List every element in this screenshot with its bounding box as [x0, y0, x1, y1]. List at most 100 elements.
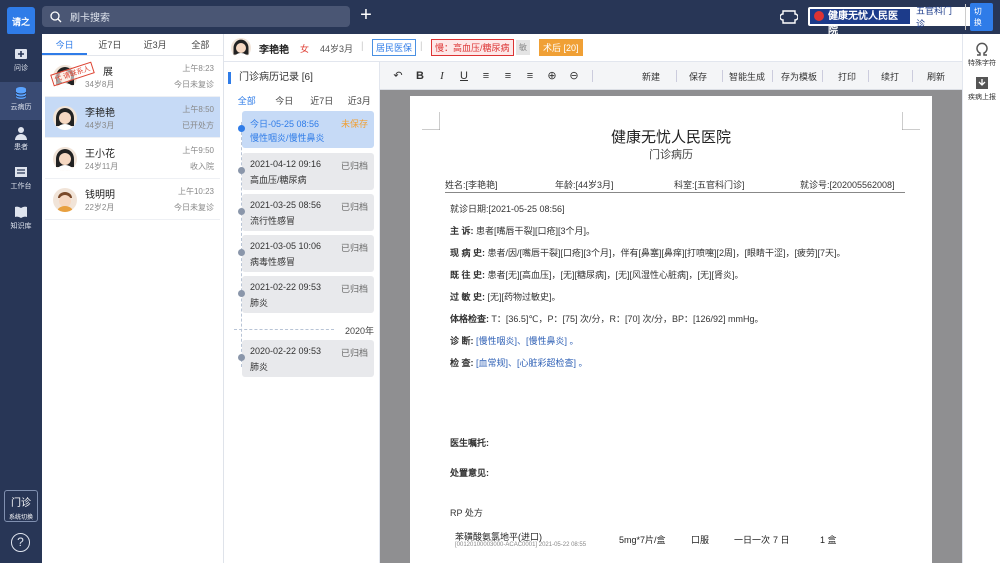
refresh-button[interactable]: 刷新 [927, 70, 945, 83]
history-record[interactable]: 2021-03-25 08:56 已归档 流行性感冒 [238, 194, 374, 231]
timeline-dot [238, 249, 245, 256]
app-logo-button[interactable]: 请之 [7, 7, 35, 35]
allergy-row[interactable]: 过 敏 史: [无][药物过敏史]。 [450, 290, 561, 303]
patient-row-selected[interactable]: 李艳艳 44岁3月 上午8:50 已开处方 [45, 97, 220, 138]
nav-item-knowledge[interactable]: 知识库 [0, 201, 42, 239]
past-history-row[interactable]: 既 往 史: 患者[无][高血压]，[无][糖尿病]，[无][风湿性心脏病]，[… [450, 268, 744, 281]
history-panel: 门诊病历记录 [6] 全部 今日 近7日 近3月 今日-05-25 08:56 … [224, 62, 380, 563]
nav-label: 云病历 [10, 104, 32, 111]
help-icon[interactable]: ? [11, 533, 30, 552]
add-button[interactable]: + [358, 5, 374, 26]
undo-icon[interactable]: ↶ [390, 68, 406, 84]
history-tab-today[interactable]: 今日 [266, 94, 304, 107]
tab-all[interactable]: 全部 [178, 34, 223, 55]
visit-date: 就诊日期:[2021-05-25 08:56] [450, 204, 565, 214]
special-chars-button[interactable]: 特殊字符 [963, 42, 1000, 68]
record-diagnosis: 高血压/糖尿病 [250, 175, 307, 185]
align-left-icon[interactable]: ≡ [478, 68, 494, 84]
new-button[interactable]: 新建 [642, 70, 660, 83]
toolbar-divider [868, 70, 869, 82]
record-date: 2020-02-22 09:53 [250, 346, 322, 356]
year-label: 2020年 [344, 326, 374, 336]
patient-list-panel: 今日 近7日 近3月 全部 代 请联系人 展 34岁8月 上午8:23 今日未复… [42, 34, 224, 563]
patient-row[interactable]: 代 请联系人 展 34岁8月 上午8:23 今日未复诊 [45, 56, 220, 97]
opinion-row[interactable]: 处置意见: [450, 466, 489, 479]
patient-row[interactable]: 王小花 24岁11月 上午9:50 收入院 [45, 138, 220, 179]
diagnosis-row[interactable]: 诊 断: [慢性咽炎]、[慢性鼻炎] 。 [450, 334, 579, 347]
record-document[interactable]: 健康无忧人民医院 门诊病历 姓名:[李艳艳] 年龄:[44岁3月] 科室:[五官… [410, 96, 932, 563]
record-diagnosis: 病毒性感冒 [250, 257, 296, 267]
allergy-label: 过 敏 史: [450, 292, 485, 302]
history-tab-all[interactable]: 全部 [228, 94, 266, 107]
continue-print-button[interactable]: 续打 [881, 70, 899, 83]
complaint-label: 主 诉: [450, 226, 474, 236]
history-title: 门诊病历记录 [6] [228, 72, 313, 84]
complaint-row[interactable]: 主 诉: 患者[嘴唇干裂][口疮][3个月]。 [450, 224, 595, 237]
bold-icon[interactable]: B [412, 68, 428, 84]
advice-row[interactable]: 医生嘱托: [450, 436, 489, 449]
history-record[interactable]: 2021-04-12 09:16 已归档 高血压/糖尿病 [238, 153, 374, 190]
underline-icon[interactable]: U [456, 68, 472, 84]
history-record[interactable]: 2021-03-05 10:06 已归档 病毒性感冒 [238, 235, 374, 272]
patient-row[interactable]: 钱明明 22岁2月 上午10:23 今日未复诊 [45, 179, 220, 220]
tab-today[interactable]: 今日 [42, 34, 88, 55]
diagnosis-label: 诊 断: [450, 336, 474, 346]
system-switch-label: 系统切换 [8, 515, 33, 521]
save-template-button[interactable]: 存为模板 [781, 70, 817, 83]
record-status: 已归档 [340, 161, 368, 171]
italic-icon[interactable]: I [434, 68, 450, 84]
visit-date-row[interactable]: 就诊日期:[2021-05-25 08:56] [450, 202, 565, 215]
divider: | [361, 41, 364, 52]
search-box[interactable]: 刷卡搜索 [42, 6, 350, 27]
timeline-dot [238, 290, 245, 297]
zoom-in-icon[interactable]: ⊕ [544, 68, 560, 84]
tab-3months[interactable]: 近3月 [133, 34, 178, 55]
align-right-icon[interactable]: ≡ [522, 68, 538, 84]
editor-toolbar: ↶ B I U ≡ ≡ ≡ ⊕ ⊖ 新建 保存 智能生成 存为模板 打印 续打 … [380, 62, 962, 90]
check-row[interactable]: 检 查: [血常规]、[心脏彩超检查] 。 [450, 356, 588, 369]
record-diagnosis: 肺炎 [250, 298, 269, 308]
tab-7days[interactable]: 近7日 [87, 34, 132, 55]
toolbar-divider [772, 70, 773, 82]
history-record[interactable]: 2021-02-22 09:53 已归档 肺炎 [238, 276, 374, 313]
header-divider [445, 192, 905, 193]
patient-age: 44岁3月 [85, 121, 115, 130]
timeline-dot [238, 167, 245, 174]
toolbar-divider [822, 70, 823, 82]
disease-report-button[interactable]: 疾病上报 [963, 76, 1000, 102]
current-patient-sex: 女 [300, 44, 310, 54]
avatar [53, 147, 77, 171]
knowledge-icon [15, 206, 27, 218]
patient-age: 22岁2月 [85, 203, 115, 212]
present-illness-row[interactable]: 现 病 史: 患者/因/[嘴唇干裂][口疮][3个月]，伴有[鼻塞][鼻痒][打… [450, 246, 846, 259]
top-bar: 请之 刷卡搜索 + 健康无忧人民医院 五官科门诊 切换 [0, 0, 1000, 37]
left-navigation: 问诊 云病历 患者 工作台 知识库 门诊 系统切换 ? [0, 34, 42, 563]
timeline-dot [238, 125, 245, 132]
history-tab-3months[interactable]: 近3月 [341, 94, 379, 107]
zoom-out-icon[interactable]: ⊖ [566, 68, 582, 84]
allergy-value: [无][药物过敏史]。 [487, 292, 561, 302]
save-button[interactable]: 保存 [689, 70, 707, 83]
history-record-selected[interactable]: 今日-05-25 08:56 未保存 慢性咽炎/慢性鼻炎 [238, 111, 374, 148]
nav-item-patient[interactable]: 患者 [0, 122, 42, 160]
nav-label: 患者 [14, 144, 28, 151]
document-subtitle: 门诊病历 [649, 149, 693, 161]
history-record[interactable]: 2020-02-22 09:53 已归档 肺炎 [238, 340, 374, 377]
timeline-dot [238, 354, 245, 361]
record-diagnosis: 流行性感冒 [250, 216, 296, 226]
print-button[interactable]: 打印 [838, 70, 856, 83]
align-center-icon[interactable]: ≡ [500, 68, 516, 84]
hospital-selector[interactable]: 健康无忧人民医院 五官科门诊 切换 [808, 2, 993, 37]
smart-generate-button[interactable]: 智能生成 [729, 70, 765, 83]
avatar [231, 38, 251, 58]
system-switch-button[interactable]: 门诊 系统切换 [4, 490, 38, 522]
department-switch-button[interactable]: 切换 [969, 2, 993, 31]
nav-item-cloud-record[interactable]: 云病历 [0, 82, 42, 120]
nav-item-workbench[interactable]: 工作台 [0, 161, 42, 199]
history-tab-7days[interactable]: 近7日 [303, 94, 341, 107]
nav-item-consult[interactable]: 问诊 [0, 43, 42, 81]
exam-row[interactable]: 体格检查: T：[36.5]℃，P：[75] 次/分，R：[70] 次/分，BP… [450, 312, 764, 325]
omega-icon [976, 42, 988, 56]
cloud-service-icon[interactable] [780, 8, 798, 25]
report-icon [976, 77, 988, 89]
